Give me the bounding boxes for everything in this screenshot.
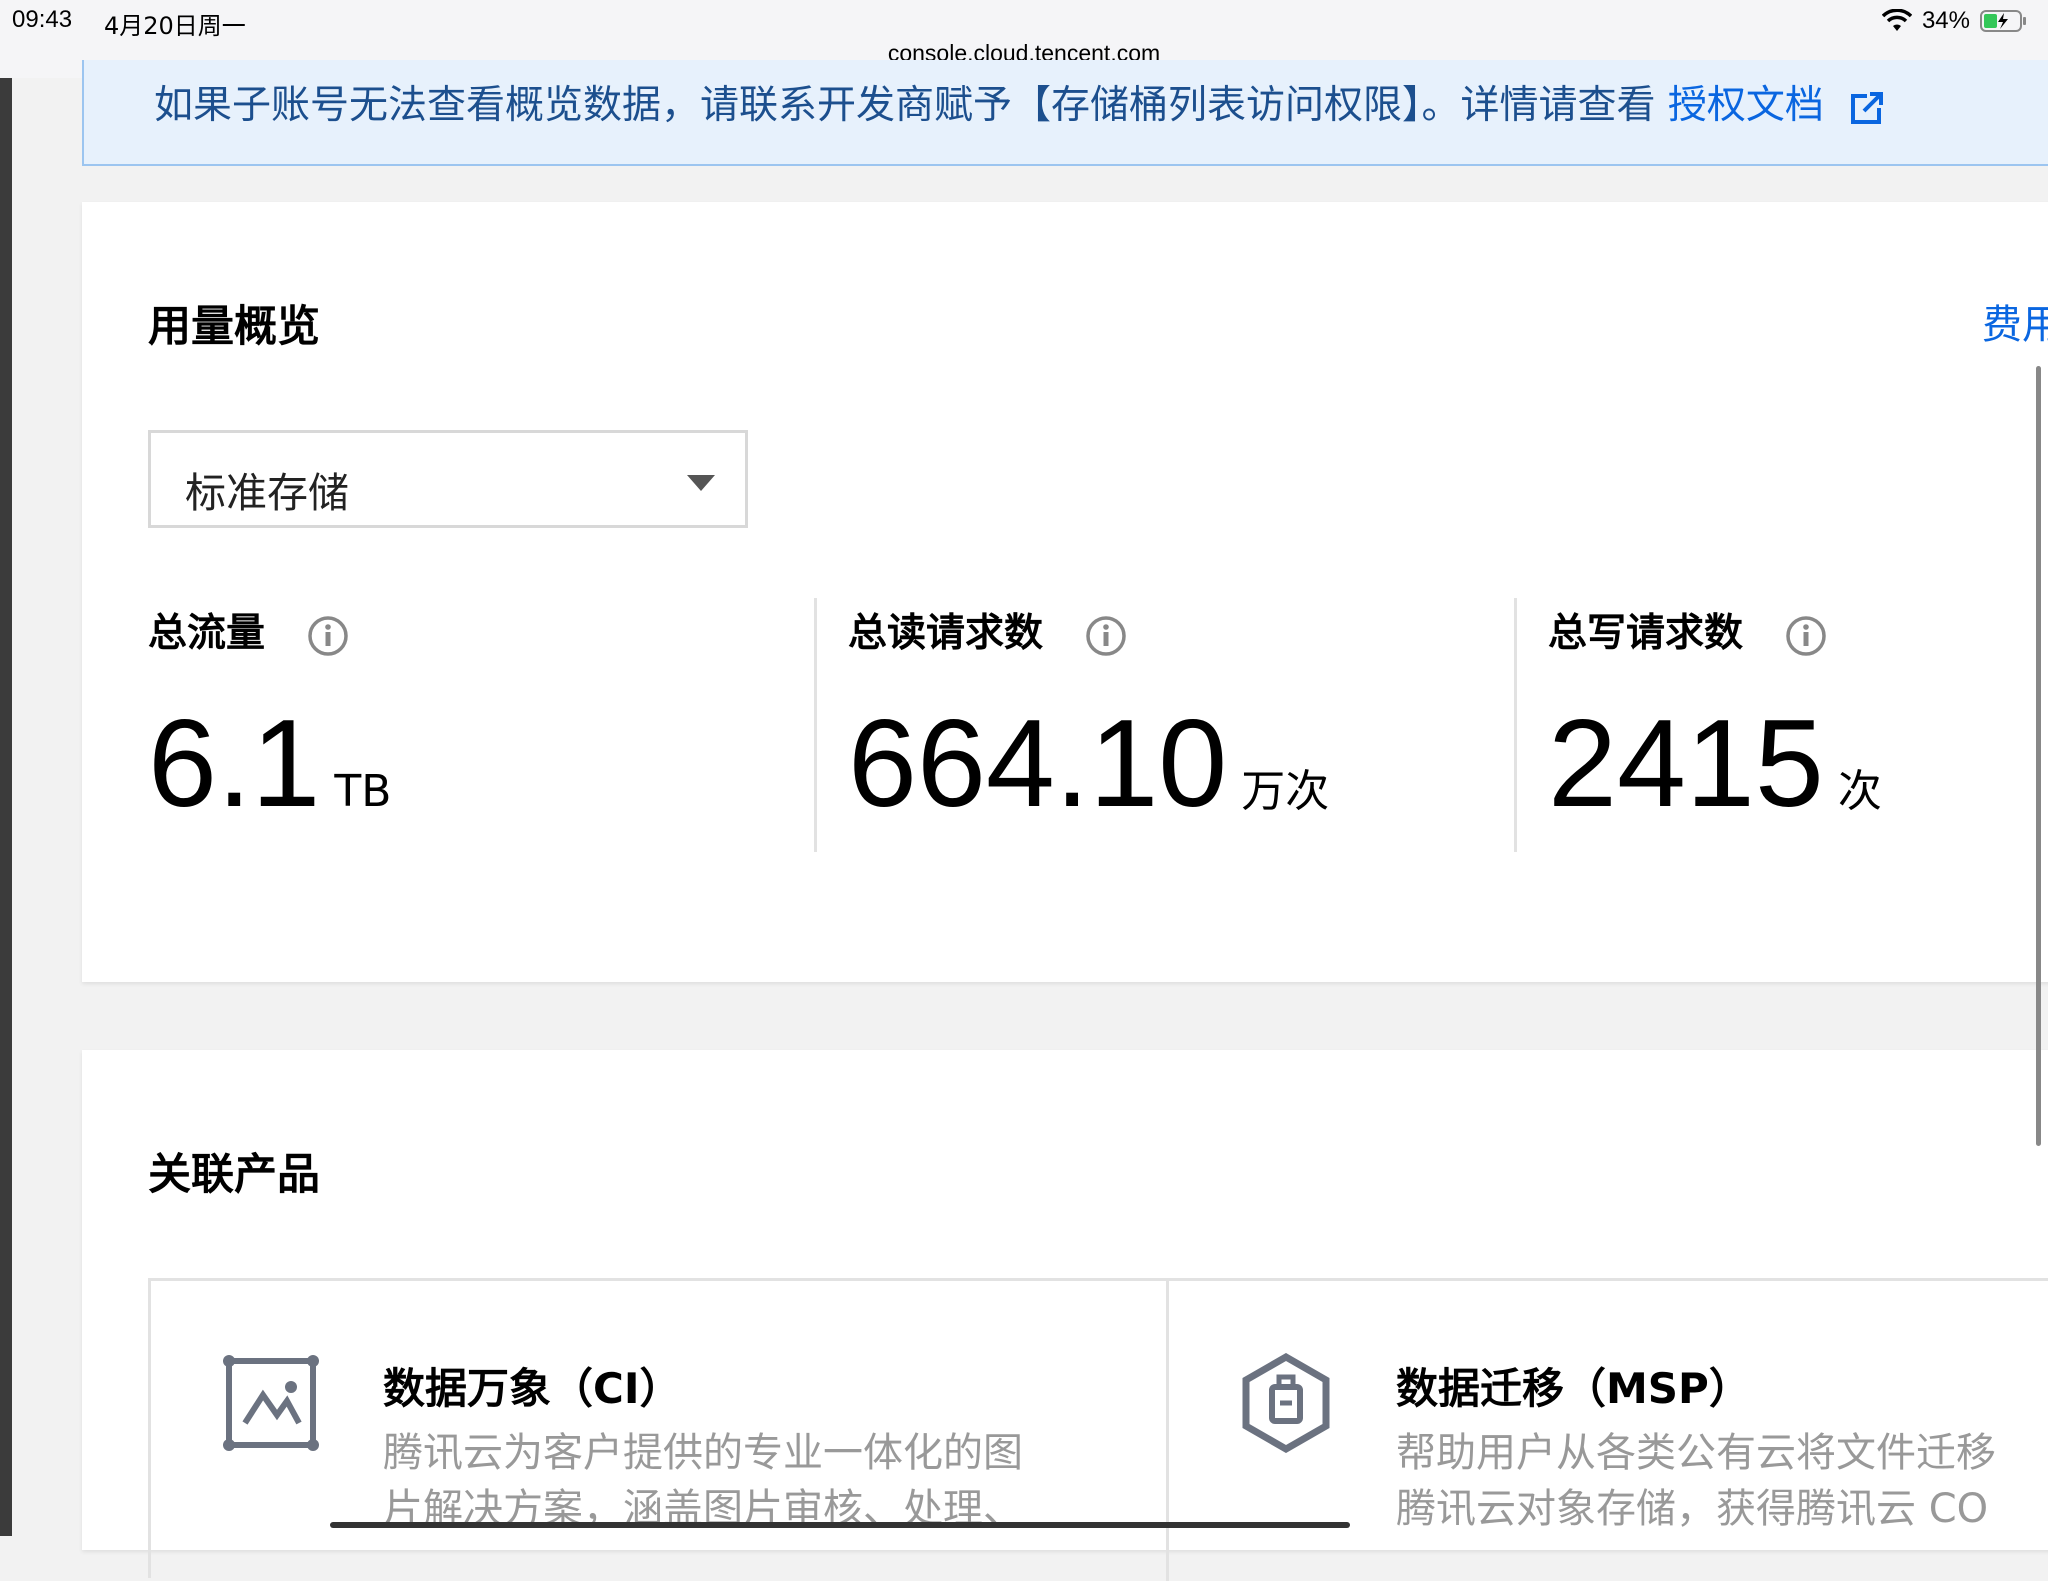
metric-divider <box>814 598 817 852</box>
metric-value: 664.10 万次 <box>848 702 1329 854</box>
notice-banner: 如果子账号无法查看概览数据，请联系开发商赋予【存储桶列表访问权限】。详情请查看 … <box>82 60 2048 166</box>
product-grid: 数据万象（CI） 腾讯云为客户提供的专业一体化的图 片解决方案，涵盖图片审核、处… <box>148 1278 2048 1581</box>
metric-label-text: 总写请求数 <box>1548 611 1744 656</box>
related-title: 关联产品 <box>148 1150 320 1200</box>
product-msp-desc: 帮助用户从各类公有云将文件迁移 腾讯云对象存储，获得腾讯云 CO <box>1396 1425 1996 1537</box>
info-icon[interactable] <box>1085 615 1127 657</box>
product-msp-title[interactable]: 数据迁移（MSP） <box>1396 1355 1751 1416</box>
page-scrollbar[interactable] <box>2036 366 2041 1146</box>
status-time: 09:43 <box>12 6 73 33</box>
info-icon[interactable] <box>307 615 349 657</box>
related-products-card: 关联产品 数据万象（CI） 腾讯云为客户提供的专业一体化的图 片解决方案，涵盖图… <box>82 1050 2048 1581</box>
product-msp-desc-line2: 腾讯云对象存储，获得腾讯云 CO <box>1396 1486 1989 1532</box>
metric-label-text: 总流量 <box>148 611 266 656</box>
status-right: 34% <box>1881 6 2028 36</box>
auth-doc-link[interactable]: 授权文档 <box>1668 83 1824 128</box>
metric-label-text: 总读请求数 <box>848 611 1044 656</box>
storage-class-select[interactable]: 标准存储 <box>148 430 748 528</box>
metric-unit: 万次 <box>1241 766 1330 817</box>
metric-value: 2415 次 <box>1548 702 1882 854</box>
product-divider <box>1166 1281 1169 1581</box>
home-indicator[interactable] <box>330 1522 1350 1528</box>
usage-title: 用量概览 <box>148 302 320 352</box>
metric-unit: 次 <box>1837 766 1882 817</box>
product-msp-desc-line1: 帮助用户从各类公有云将文件迁移 <box>1396 1430 1996 1476</box>
metric-label: 总写请求数 <box>1548 602 1827 658</box>
migration-icon <box>1242 1353 1330 1453</box>
fee-link[interactable]: 费用 <box>1982 292 2048 350</box>
usage-overview-card: 用量概览 费用 标准存储 总流量 6.1 TB 总读请求数 664.10 万次 … <box>82 202 2048 982</box>
external-link-icon[interactable] <box>1850 90 1885 125</box>
metric-value: 6.1 TB <box>148 702 391 854</box>
battery-icon <box>1980 10 2026 32</box>
product-ci-desc-line2: 片解决方案，涵盖图片审核、处理、 <box>383 1486 1023 1532</box>
chevron-down-icon <box>687 475 715 491</box>
product-ci-desc: 腾讯云为客户提供的专业一体化的图 片解决方案，涵盖图片审核、处理、 <box>383 1425 1023 1537</box>
metric-label: 总流量 <box>148 602 349 658</box>
left-rail <box>0 78 12 1536</box>
product-ci-desc-line1: 腾讯云为客户提供的专业一体化的图 <box>383 1430 1023 1476</box>
metric-number: 6.1 <box>148 695 321 833</box>
metric-divider <box>1514 598 1517 852</box>
storage-class-value: 标准存储 <box>185 469 349 517</box>
metric-unit: TB <box>334 766 392 817</box>
battery-percent: 34% <box>1921 7 1970 34</box>
notice-message: 如果子账号无法查看概览数据，请联系开发商赋予【存储桶列表访问权限】。详情请查看 <box>154 83 1656 128</box>
wifi-icon <box>1881 9 1912 31</box>
product-ci-title[interactable]: 数据万象（CI） <box>383 1355 681 1416</box>
metric-number: 664.10 <box>848 695 1228 833</box>
status-date: 4月20日周一 <box>104 12 246 40</box>
info-icon[interactable] <box>1785 615 1827 657</box>
metric-label: 总读请求数 <box>848 602 1127 658</box>
notice-text: 如果子账号无法查看概览数据，请联系开发商赋予【存储桶列表访问权限】。详情请查看 … <box>154 74 1885 130</box>
image-processing-icon <box>223 1355 319 1451</box>
metric-number: 2415 <box>1548 695 1824 833</box>
